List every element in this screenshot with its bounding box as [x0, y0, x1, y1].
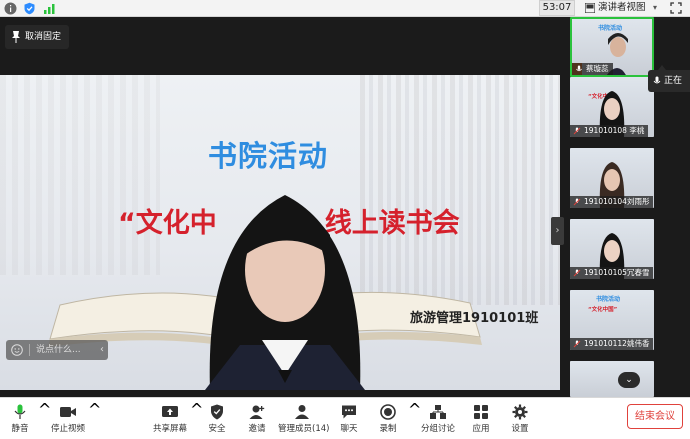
participants-icon [295, 405, 309, 419]
video-options-caret[interactable]: ^ [88, 400, 101, 438]
microphone-icon [653, 76, 661, 84]
shield-icon [211, 404, 223, 420]
slide-class-label: 旅游管理1910101班 [410, 311, 539, 326]
manage-participants-button[interactable]: 管理成员(14) [278, 400, 330, 438]
thumbnail-participant-1[interactable]: 书院活动 蔡璇蕊 [570, 17, 654, 77]
bookshelf-background [0, 75, 160, 275]
thumbnail-participant-6[interactable] [570, 361, 654, 397]
participant-name: 191010104刘雨彤 [584, 197, 650, 206]
security-label: 安全 [208, 424, 226, 434]
microphone-icon [576, 65, 582, 72]
participant-nameplate: 191010105冗春雪 [570, 267, 654, 279]
gear-icon [512, 404, 528, 420]
chevron-down-icon: ▾ [652, 3, 657, 12]
chat-button[interactable]: 聊天 [336, 400, 362, 438]
breakout-rooms-button[interactable]: 分组讨论 [420, 400, 456, 438]
breakout-rooms-label: 分组讨论 [420, 424, 455, 434]
share-screen-icon [162, 406, 178, 417]
participant-name: 191010105冗春雪 [584, 268, 650, 277]
participant-nameplate: 191010104刘雨彤 [570, 196, 654, 208]
speaker-view-button[interactable]: 演讲者视图 ▾ [582, 0, 660, 16]
view-label: 演讲者视图 [598, 2, 646, 13]
speaking-indicator-tooltip: 正在 [648, 65, 690, 92]
video-camera-icon [60, 407, 76, 417]
participant-name: 191010108 李桃 [584, 126, 645, 135]
apps-label: 应用 [472, 424, 490, 434]
fullscreen-icon[interactable] [670, 2, 682, 14]
settings-button[interactable]: 设置 [506, 400, 534, 438]
add-user-icon [249, 405, 265, 419]
stop-video-button[interactable]: 停止视频 [50, 400, 86, 438]
muted-microphone-icon [573, 269, 581, 277]
stop-video-label: 停止视频 [50, 424, 85, 434]
share-screen-button[interactable]: 共享屏幕 [152, 400, 188, 438]
emoji-icon[interactable] [11, 344, 23, 356]
pin-icon [12, 31, 20, 43]
info-icon[interactable] [4, 2, 17, 15]
share-screen-label: 共享屏幕 [152, 424, 187, 434]
participant-nameplate: 191010112姚伟香 [570, 338, 654, 350]
mute-button[interactable]: 静音 [6, 400, 34, 438]
unpin-button[interactable]: 取消固定 [5, 25, 70, 49]
chat-input[interactable]: 说点什么... ‹ [6, 340, 108, 360]
invite-button[interactable]: 邀请 [244, 400, 270, 438]
record-button[interactable]: 录制 [374, 400, 402, 438]
breakout-rooms-icon [430, 405, 446, 419]
thumb-slide-title: 书院活动 [596, 296, 621, 303]
thumb-slide-subtitle: “文化中国” [588, 307, 618, 313]
collapse-sidebar-button[interactable]: › [551, 217, 564, 245]
participant-nameplate: 蔡璇蕊 [572, 63, 613, 75]
participant-name: 191010112姚伟香 [584, 339, 650, 348]
thumbnail-participant-5[interactable]: 书院活动 “文化中国” 191010112姚伟香 [570, 290, 654, 350]
apps-button[interactable]: 应用 [468, 400, 494, 438]
slide-title: 书院活动 [208, 139, 329, 173]
share-options-caret[interactable]: ^ [190, 400, 203, 438]
record-icon [380, 404, 396, 420]
meeting-timer: 53:07 [539, 0, 575, 16]
mute-label: 静音 [11, 424, 29, 434]
participant-nameplate: 191010108 李桃 [570, 125, 649, 137]
manage-participants-label: 管理成员(14) [278, 424, 330, 434]
zoom-meeting-window: 53:07 演讲者视图 ▾ 取消固定 书院活动 “文化中 线上读书会 旅游管理1… [0, 0, 690, 439]
shield-icon[interactable] [23, 2, 36, 15]
meeting-toolbar: 静音 ^ 停止视频 ^ 共享屏幕 ^ 安全 邀请 管理成员(14) 聊天 录制 … [0, 397, 690, 439]
grid-view-icon [585, 3, 595, 13]
thumbnail-participant-3[interactable]: 191010104刘雨彤 [570, 148, 654, 208]
microphone-icon [14, 404, 26, 419]
chat-placeholder: 说点什么... [36, 345, 81, 355]
settings-label: 设置 [511, 424, 529, 434]
apps-grid-icon [474, 405, 488, 419]
muted-microphone-icon [573, 340, 581, 348]
chevron-left-icon[interactable]: ‹ [100, 340, 104, 360]
end-meeting-button[interactable]: 结束会议 [627, 404, 683, 429]
muted-microphone-icon [573, 198, 581, 206]
main-video-area: 取消固定 书院活动 “文化中 线上读书会 旅游管理1910101班 说点什么..… [0, 17, 564, 397]
presenter-video [205, 195, 365, 390]
thumbnail-participant-4[interactable]: 191010105冗春雪 [570, 219, 654, 279]
thumbnail-participant-2[interactable]: “文化中国” 191010108 李桃 [570, 77, 654, 137]
divider [29, 344, 30, 356]
top-bar: 53:07 演讲者视图 ▾ [0, 0, 690, 17]
chat-label: 聊天 [340, 424, 358, 434]
thumbnail-video [570, 361, 654, 397]
participant-name: 蔡璇蕊 [586, 64, 609, 73]
scroll-down-button[interactable]: ⌄ [618, 372, 640, 388]
tooltip-label: 正在 [664, 76, 683, 86]
muted-microphone-icon [573, 127, 581, 135]
security-button[interactable]: 安全 [204, 400, 230, 438]
record-label: 录制 [379, 424, 397, 434]
signal-strength-icon[interactable] [43, 2, 56, 15]
unpin-label: 取消固定 [25, 32, 62, 42]
chat-bubble-icon [342, 405, 356, 419]
invite-label: 邀请 [248, 424, 266, 434]
